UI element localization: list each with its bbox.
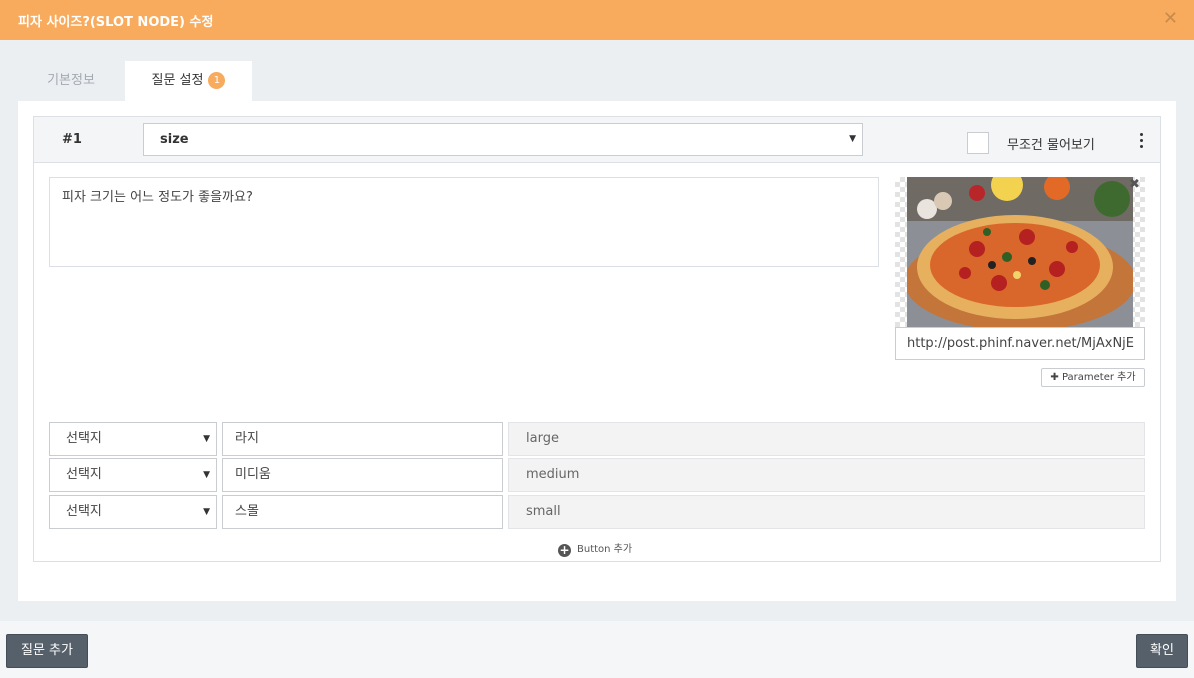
remove-image-icon[interactable]: ✖ — [1129, 177, 1140, 192]
button-type-value: 선택지 — [66, 431, 102, 446]
tab-question-settings[interactable]: 질문 설정 1 — [125, 61, 252, 101]
question-number: #1 — [62, 132, 82, 147]
tab-basic-info[interactable]: 기본정보 — [18, 61, 124, 101]
caret-down-icon: ▼ — [849, 134, 856, 144]
add-button-label: Button 추가 — [577, 544, 633, 555]
add-question-button[interactable]: 질문 추가 — [6, 634, 88, 668]
question-card-header: #1 size ▼ 무조건 물어보기 — [34, 117, 1160, 163]
slot-select-value: size — [160, 132, 189, 147]
confirm-button[interactable]: 확인 — [1136, 634, 1188, 668]
button-type-select[interactable]: 선택지 ▼ — [49, 422, 217, 456]
plus-icon: ✚ — [1050, 372, 1062, 383]
button-value-input[interactable]: large — [508, 422, 1145, 456]
button-value-input[interactable]: small — [508, 495, 1145, 529]
button-row: 선택지 ▼ 라지 large — [49, 422, 1145, 456]
add-parameter-label: Parameter 추가 — [1061, 372, 1136, 383]
slot-select[interactable]: size ▼ — [143, 123, 863, 156]
always-ask-checkbox[interactable] — [967, 132, 989, 154]
button-value-input[interactable]: medium — [508, 458, 1145, 492]
caret-down-icon: ▼ — [203, 434, 210, 444]
close-icon[interactable]: ✕ — [1163, 8, 1178, 30]
add-parameter-button[interactable]: ✚ Parameter 추가 — [1041, 368, 1145, 387]
dialog-footer — [0, 621, 1194, 678]
tab-basic-info-label: 기본정보 — [47, 73, 95, 88]
button-type-value: 선택지 — [66, 467, 102, 482]
tab-question-settings-label: 질문 설정 — [151, 73, 204, 88]
question-text-area[interactable]: 피자 크기는 어느 정도가 좋을까요? — [49, 177, 879, 267]
pizza-image — [907, 177, 1133, 327]
dialog-title: 피자 사이즈?(SLOT NODE) 수정 — [18, 15, 214, 30]
add-button-button[interactable]: + Button 추가 — [558, 540, 632, 557]
image-url-field[interactable]: http://post.phinf.naver.net/MjAxNjE — [895, 327, 1145, 360]
dialog-header: 피자 사이즈?(SLOT NODE) 수정 ✕ — [0, 0, 1194, 40]
button-row: 선택지 ▼ 미디움 medium — [49, 458, 1145, 492]
question-image — [895, 177, 1145, 327]
button-type-select[interactable]: 선택지 ▼ — [49, 495, 217, 529]
button-label-input[interactable]: 미디움 — [222, 458, 503, 492]
button-type-value: 선택지 — [66, 504, 102, 519]
more-options-icon[interactable] — [1134, 129, 1150, 153]
button-label-input[interactable]: 라지 — [222, 422, 503, 456]
caret-down-icon: ▼ — [203, 507, 210, 517]
caret-down-icon: ▼ — [203, 470, 210, 480]
question-card: #1 size ▼ 무조건 물어보기 피자 크기는 어느 정도가 좋을까요? ✖… — [33, 116, 1161, 562]
button-type-select[interactable]: 선택지 ▼ — [49, 458, 217, 492]
always-ask-label: 무조건 물어보기 — [1007, 138, 1095, 153]
button-label-input[interactable]: 스몰 — [222, 495, 503, 529]
plus-circle-icon: + — [558, 543, 571, 557]
button-row: 선택지 ▼ 스몰 small — [49, 495, 1145, 529]
question-count-badge: 1 — [208, 72, 226, 89]
